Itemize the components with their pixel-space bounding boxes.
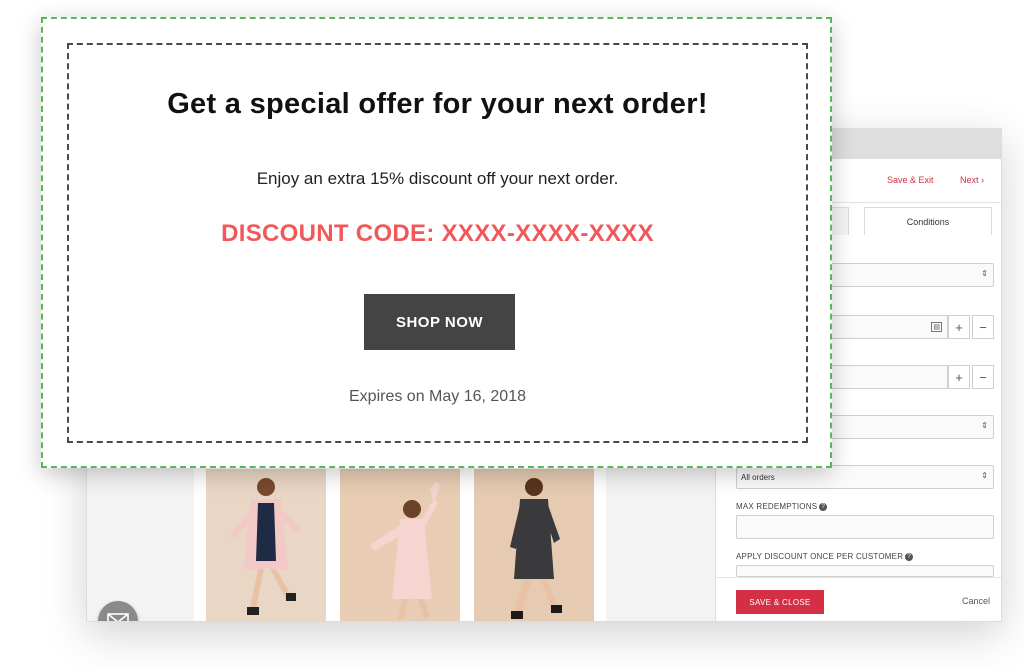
max-redemptions-input[interactable] <box>736 515 994 539</box>
model-figure <box>340 469 460 621</box>
plus-icon: + <box>955 369 963 385</box>
offer-popup: Get a special offer for your next order!… <box>41 17 832 468</box>
mail-icon[interactable] <box>98 601 138 621</box>
model-figure <box>474 469 594 621</box>
plus-button[interactable]: + <box>948 315 970 339</box>
panel-footer: SAVE & CLOSE Cancel <box>716 577 1001 621</box>
chevron-right-icon: › <box>981 175 985 185</box>
minus-icon: − <box>979 319 987 335</box>
plus-button[interactable]: + <box>948 365 970 389</box>
cancel-link[interactable]: Cancel <box>962 596 990 606</box>
apply-once-input[interactable] <box>736 565 994 577</box>
select-caret-icon: ⇕ <box>981 269 988 278</box>
apply-once-text: APPLY DISCOUNT ONCE PER CUSTOMER <box>736 552 904 561</box>
popup-subtitle: Enjoy an extra 15% discount off your nex… <box>256 169 619 188</box>
apply-once-label: APPLY DISCOUNT ONCE PER CUSTOMER? <box>736 552 914 561</box>
select-caret-icon: ⇕ <box>981 421 988 430</box>
plus-icon: + <box>955 319 963 335</box>
screenshot-stage: Save & Exit Next › Conditions ⇕ ▤ + − + … <box>0 0 1024 668</box>
product-photo[interactable] <box>474 469 594 621</box>
product-photo[interactable] <box>340 469 460 621</box>
max-redemptions-text: MAX REDEMPTIONS <box>736 502 818 511</box>
next-link[interactable]: Next › <box>960 175 984 185</box>
product-photo[interactable] <box>206 469 326 621</box>
popup-title: Get a special offer for your next order! <box>167 88 708 120</box>
shop-now-button[interactable]: SHOP NOW <box>364 294 515 350</box>
envelope-glyph <box>107 613 129 621</box>
orders-select[interactable]: All orders ⇕ <box>736 465 994 489</box>
help-icon[interactable]: ? <box>819 502 828 511</box>
orders-select-value: All orders <box>741 473 775 482</box>
max-redemptions-label: MAX REDEMPTIONS? <box>736 502 828 511</box>
select-caret-icon: ⇕ <box>981 471 988 480</box>
save-exit-link[interactable]: Save & Exit <box>887 175 934 185</box>
next-label: Next <box>960 175 979 185</box>
help-icon[interactable]: ? <box>905 552 914 561</box>
model-figure <box>206 469 326 621</box>
minus-icon: − <box>979 369 987 385</box>
calendar-icon: ▤ <box>931 322 942 332</box>
discount-code: DISCOUNT CODE: XXXX-XXXX-XXXX <box>221 220 654 247</box>
save-close-button[interactable]: SAVE & CLOSE <box>736 590 824 614</box>
minus-button[interactable]: − <box>972 365 994 389</box>
offer-popup-inner: Get a special offer for your next order!… <box>67 43 808 443</box>
tab-conditions[interactable]: Conditions <box>864 207 992 235</box>
minus-button[interactable]: − <box>972 315 994 339</box>
expiry-text: Expires on May 16, 2018 <box>349 388 526 405</box>
